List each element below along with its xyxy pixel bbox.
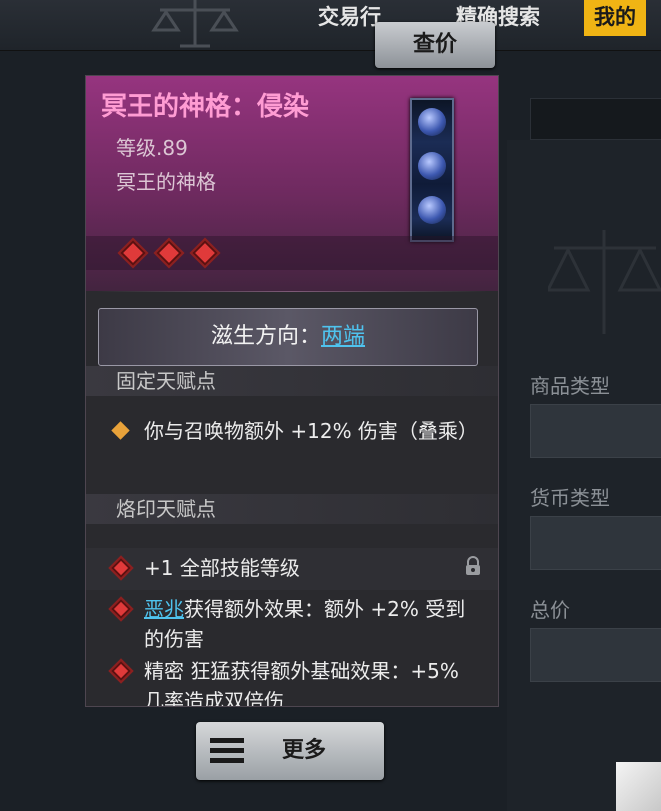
imprint-affix-text: 精密 狂猛获得额外基础效果：+5% 几率造成双倍伤 xyxy=(144,659,459,707)
corner-button[interactable] xyxy=(616,762,661,811)
rune-slots xyxy=(86,236,498,270)
product-type-select[interactable] xyxy=(530,404,661,458)
imprint-affix: 精密 狂猛获得额外基础效果：+5% 几率造成双倍伤 xyxy=(111,656,474,707)
scale-watermark-icon xyxy=(548,230,661,334)
more-button-label: 更多 xyxy=(282,738,327,763)
imprint-talent-header: 烙印天赋点 xyxy=(86,494,498,524)
fixed-talent-header: 固定天赋点 xyxy=(86,366,498,396)
top-nav-bar: 交易行 精确搜索 我的 xyxy=(0,0,661,51)
growth-direction-value[interactable]: 两端 xyxy=(321,324,365,349)
growth-direction-label: 滋生方向： xyxy=(210,324,321,349)
imprint-affix-text: 获得额外效果：额外 +2% 受到的伤害 xyxy=(144,597,466,651)
total-price-input[interactable] xyxy=(530,628,661,682)
fixed-affix-text: 你与召唤物额外 +12% 伤害（叠乘） xyxy=(144,419,478,443)
header-divider xyxy=(96,291,488,292)
fixed-affix: 你与召唤物额外 +12% 伤害（叠乘） xyxy=(111,416,478,446)
item-tooltip-card: 冥王的神格：侵染 等级.89 冥王的神格 滋生方向：两端 固定天赋点 你与召唤物… xyxy=(85,75,499,707)
price-check-button[interactable]: 查价 xyxy=(375,22,495,68)
total-price-label: 总价 xyxy=(530,598,570,622)
rune-socket-icon xyxy=(120,240,146,266)
affix-keyword-link[interactable]: 恶兆 xyxy=(144,597,184,621)
item-header: 冥王的神格：侵染 等级.89 冥王的神格 xyxy=(86,76,498,291)
product-type-label: 商品类型 xyxy=(530,374,610,398)
right-header-box xyxy=(530,98,661,140)
item-name: 冥王的神格：侵染 xyxy=(101,92,310,122)
tab-mine[interactable]: 我的 xyxy=(584,0,646,36)
imprint-affix: 恶兆获得额外效果：额外 +2% 受到的伤害 xyxy=(111,594,474,654)
currency-type-label: 货币类型 xyxy=(530,486,610,510)
rune-socket-icon xyxy=(156,240,182,266)
growth-direction-button[interactable]: 滋生方向：两端 xyxy=(98,308,478,366)
rune-socket-icon xyxy=(192,240,218,266)
currency-type-select[interactable] xyxy=(530,516,661,570)
lock-icon[interactable] xyxy=(464,556,482,576)
more-button[interactable]: 更多 xyxy=(196,722,384,780)
scale-logo-icon xyxy=(151,0,239,48)
item-level: 等级.89 xyxy=(116,136,188,160)
tab-trade-house[interactable]: 交易行 xyxy=(318,0,381,36)
imprint-affix-text: +1 全部技能等级 xyxy=(144,556,300,580)
menu-icon xyxy=(210,738,244,764)
imprint-affix: +1 全部技能等级 xyxy=(111,553,474,583)
item-image xyxy=(410,98,454,242)
item-base-type: 冥王的神格 xyxy=(116,170,216,194)
